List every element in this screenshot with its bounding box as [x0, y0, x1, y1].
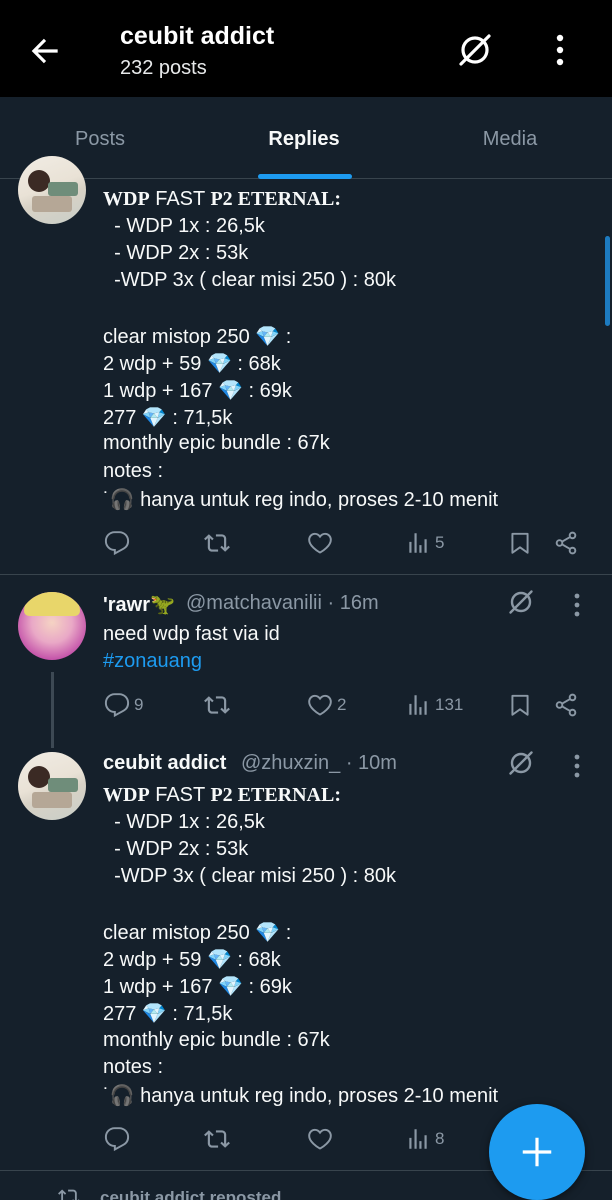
grok-icon[interactable] — [455, 30, 495, 70]
avatar[interactable] — [18, 592, 86, 660]
post-time: · 16m — [327, 592, 379, 614]
grok-icon[interactable] — [506, 587, 536, 617]
more-vertical-icon[interactable] — [572, 753, 582, 779]
reply-count: 9 — [134, 695, 144, 714]
repost-icon — [204, 530, 230, 556]
post-text-line: 2 wdp + 59 💎 : 68k — [103, 949, 281, 971]
views-icon — [405, 1126, 431, 1152]
repost-button[interactable] — [204, 529, 230, 557]
scrollbar[interactable] — [605, 236, 610, 326]
views-icon — [405, 692, 431, 718]
post-text-line: -WDP 3x ( clear misi 250 ) : 80k — [103, 865, 397, 887]
plus-icon — [522, 1137, 552, 1167]
views-count: 5 — [435, 533, 445, 552]
post-text-line: clear mistop 250 💎 : — [103, 326, 292, 348]
post-text-line: 1 wdp + 167 💎 : 69k — [103, 380, 292, 402]
post-text-line: WDP FAST P2 ETERNAL: — [103, 188, 342, 210]
author-handle[interactable]: @matchavanilii · 16m — [186, 592, 379, 615]
views-button[interactable]: 5 — [405, 529, 444, 557]
like-button[interactable]: 2 — [307, 691, 346, 719]
like-count: 2 — [337, 695, 347, 714]
post-divider — [0, 574, 612, 575]
profile-tabs: Posts Replies Media — [0, 97, 612, 179]
post-text-line: clear mistop 250 💎 : — [103, 922, 292, 944]
post-text-line: 1 wdp + 167 💎 : 69k — [103, 976, 292, 998]
more-vertical-icon[interactable] — [572, 592, 582, 618]
post-text-line: - WDP 1x : 26,5k — [103, 215, 265, 237]
author-name[interactable]: ceubit addict — [103, 752, 226, 775]
compose-button[interactable] — [489, 1104, 585, 1200]
views-count: 8 — [435, 1129, 445, 1148]
tab-replies[interactable]: Replies — [204, 97, 404, 179]
reply-button[interactable] — [104, 1125, 130, 1153]
repost-indicator: ceubit addict reposted — [58, 1186, 281, 1200]
like-button[interactable] — [307, 529, 333, 557]
post-count: 232 posts — [120, 57, 207, 79]
post-text-line: notes : — [103, 460, 164, 482]
repost-button[interactable] — [204, 1125, 230, 1153]
views-count: 131 — [435, 695, 464, 714]
repost-icon — [204, 1126, 230, 1152]
author-name[interactable]: 'rawr🦖 — [103, 592, 175, 617]
share-button[interactable] — [553, 529, 579, 557]
active-tab-indicator — [258, 174, 352, 179]
bookmark-button[interactable] — [507, 529, 533, 557]
post-text-line: 2 wdp + 59 💎 : 68k — [103, 353, 281, 375]
heart-icon — [307, 1126, 333, 1152]
hashtag-link[interactable]: #zonauang — [103, 650, 202, 673]
post-text-line: WDP FAST P2 ETERNAL: — [103, 784, 342, 806]
more-vertical-icon[interactable] — [548, 30, 572, 70]
repost-icon — [58, 1186, 80, 1200]
reply-icon — [104, 1126, 130, 1152]
avatar[interactable] — [18, 156, 86, 224]
views-icon — [405, 530, 431, 556]
share-icon — [553, 530, 579, 556]
reply-icon — [104, 530, 130, 556]
views-button[interactable]: 8 — [405, 1125, 444, 1153]
post-text-line: - WDP 1x : 26,5k — [103, 811, 265, 833]
post-text-line: notes : — [103, 1056, 164, 1078]
post-text-line: 277 💎 : 71,5k — [103, 407, 233, 429]
arrow-left-icon[interactable] — [26, 32, 64, 70]
bookmark-icon — [507, 530, 533, 556]
post-text-line: - WDP 2x : 53k — [103, 838, 249, 860]
tab-media[interactable]: Media — [410, 97, 610, 179]
share-button[interactable] — [553, 691, 579, 719]
grok-icon[interactable] — [506, 748, 536, 778]
post-text-line: 277 💎 : 71,5k — [103, 1003, 233, 1025]
reply-button[interactable] — [104, 529, 130, 557]
reply-button[interactable]: 9 — [104, 691, 143, 719]
repost-icon — [204, 692, 230, 718]
thread-line — [51, 672, 54, 748]
share-icon — [553, 692, 579, 718]
like-button[interactable] — [307, 1125, 333, 1153]
bookmark-button[interactable] — [507, 691, 533, 719]
profile-title: ceubit addict — [120, 22, 275, 50]
author-handle[interactable]: @zhuxzin_ · 10m — [241, 752, 397, 775]
post-text-line: monthly epic bundle : 67k — [103, 1029, 330, 1051]
post-text-line: -WDP 3x ( clear misi 250 ) : 80k — [103, 269, 397, 291]
bookmark-icon — [507, 692, 533, 718]
views-button[interactable]: 131 — [405, 691, 463, 719]
reply-icon — [104, 692, 130, 718]
post-text-line: monthly epic bundle : 67k — [103, 432, 330, 454]
post-text-line: need wdp fast via id — [103, 623, 280, 645]
post-text-line: ˙🎧 hanya untuk reg indo, proses 2-10 men… — [103, 1085, 499, 1107]
post-time: · 10m — [345, 752, 397, 774]
avatar[interactable] — [18, 752, 86, 820]
repost-button[interactable] — [204, 691, 230, 719]
post-text-line: - WDP 2x : 53k — [103, 242, 249, 264]
top-bar: ceubit addict 232 posts — [0, 0, 612, 97]
heart-icon — [307, 692, 333, 718]
heart-icon — [307, 530, 333, 556]
post-text-line: ˙🎧 hanya untuk reg indo, proses 2-10 men… — [103, 489, 499, 511]
